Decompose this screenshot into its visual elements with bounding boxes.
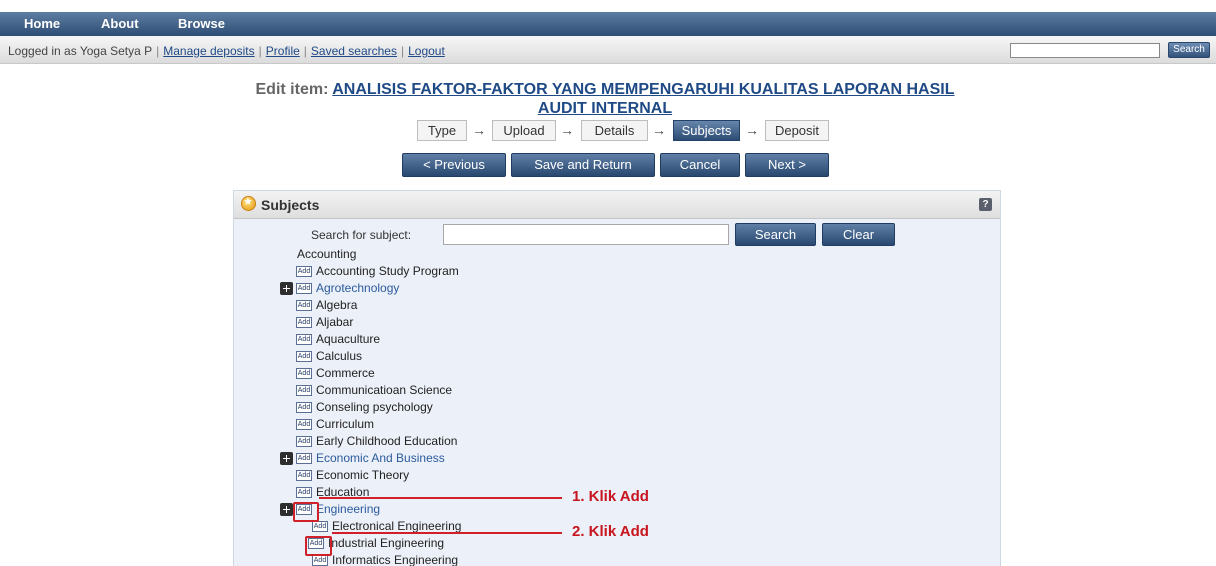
cancel-button[interactable]: Cancel	[660, 153, 740, 177]
expand-icon[interactable]	[280, 503, 293, 516]
login-bar: Logged in as Yoga Setya P | Manage deposit…	[0, 36, 1216, 64]
subject-label: Algebra	[316, 298, 358, 312]
add-button[interactable]: Add	[296, 419, 312, 430]
subject-label: Aquaculture	[316, 332, 381, 346]
stage-deposit[interactable]: Deposit	[765, 120, 829, 141]
subject-label: Informatics Engineering	[332, 553, 459, 566]
subject-label: Early Childhood Education	[316, 434, 458, 448]
stage-type[interactable]: Type	[417, 120, 467, 141]
expand-icon[interactable]	[280, 452, 293, 465]
nav-browse[interactable]: Browse	[178, 16, 225, 31]
add-button[interactable]: Add	[296, 470, 312, 481]
subject-label: Communicatioan Science	[316, 383, 453, 397]
annotation-highlight-box	[293, 502, 319, 522]
subject-label: Accounting Study Program	[316, 264, 459, 278]
subject-label[interactable]: Agrotechnology	[316, 281, 399, 295]
stage-arrow-icon: →	[472, 122, 486, 138]
help-icon[interactable]: ?	[979, 198, 992, 211]
logged-in-text: Logged in as Yoga Setya P	[8, 44, 153, 58]
subject-label[interactable]: Engineering	[316, 502, 380, 516]
top-nav: Home About Browse	[0, 12, 1216, 36]
annotation-note-2: 2. Klik Add	[572, 523, 649, 540]
stage-upload[interactable]: Upload	[492, 120, 556, 141]
add-button[interactable]: Add	[312, 521, 328, 532]
subject-label: Aljabar	[316, 315, 354, 329]
add-button[interactable]: Add	[296, 266, 312, 277]
stage-arrow-icon: →	[745, 122, 759, 138]
annotation-highlight-box	[305, 536, 332, 556]
annotation-line	[332, 532, 562, 534]
add-button[interactable]: Add	[296, 283, 312, 294]
panel-title: Subjects	[261, 197, 320, 213]
add-button[interactable]: Add	[296, 351, 312, 362]
subject-label: Economic Theory	[316, 468, 410, 482]
stage-arrow-icon: →	[560, 122, 574, 138]
add-button[interactable]: Add	[296, 402, 312, 413]
subject-label[interactable]: Economic And Business	[316, 451, 445, 465]
add-button[interactable]: Add	[296, 487, 312, 498]
title-prefix: Edit item:	[255, 81, 329, 98]
stage-details[interactable]: Details	[581, 120, 648, 141]
nav-about[interactable]: About	[101, 16, 139, 31]
add-button[interactable]: Add	[296, 385, 312, 396]
add-button[interactable]: Add	[296, 436, 312, 447]
subject-clear-button[interactable]: Clear	[822, 223, 895, 246]
login-info: Logged in as Yoga Setya P | Manage deposit…	[8, 44, 445, 58]
panel-header: Subjects ?	[234, 191, 1000, 219]
subject-label: Industrial Engineering	[328, 536, 445, 550]
stage-subjects[interactable]: Subjects	[673, 120, 740, 141]
saved-searches-link[interactable]: Saved searches	[311, 44, 397, 58]
next-button[interactable]: Next >	[745, 153, 829, 177]
page: Home About Browse Logged in as Yoga Sety…	[0, 0, 1216, 566]
profile-link[interactable]: Profile	[266, 44, 300, 58]
logout-link[interactable]: Logout	[408, 44, 445, 58]
star-icon	[241, 195, 256, 211]
save-and-return-button[interactable]: Save and Return	[511, 153, 655, 177]
subject-label: Conseling psychology	[316, 400, 433, 414]
subject-search-label: Search for subject:	[311, 228, 412, 242]
subject-label: Commerce	[316, 366, 375, 380]
subject-search-input[interactable]	[443, 224, 729, 245]
tree-root-label: Accounting	[297, 247, 357, 261]
site-search-button[interactable]: Search	[1168, 42, 1210, 58]
subjects-panel: Subjects ? Search for subject: Search Cl…	[233, 190, 1001, 566]
page-title: Edit item: ANALISIS FAKTOR-FAKTOR YANG M…	[225, 80, 985, 118]
previous-button[interactable]: < Previous	[402, 153, 506, 177]
item-title-link[interactable]: ANALISIS FAKTOR-FAKTOR YANG MEMPENGARUHI…	[332, 81, 954, 117]
subject-label: Electronical Engineering	[332, 519, 462, 533]
annotation-line	[319, 497, 562, 499]
expand-icon[interactable]	[280, 282, 293, 295]
site-search-input[interactable]	[1010, 43, 1160, 58]
nav-home[interactable]: Home	[24, 16, 60, 31]
add-button[interactable]: Add	[296, 368, 312, 379]
add-button[interactable]: Add	[296, 317, 312, 328]
subject-label: Curriculum	[316, 417, 375, 431]
add-button[interactable]: Add	[312, 555, 328, 566]
manage-deposits-link[interactable]: Manage deposits	[163, 44, 254, 58]
stage-arrow-icon: →	[652, 122, 666, 138]
subject-label: Calculus	[316, 349, 363, 363]
subject-search-button[interactable]: Search	[735, 223, 816, 246]
add-button[interactable]: Add	[296, 453, 312, 464]
add-button[interactable]: Add	[296, 300, 312, 311]
annotation-note-1: 1. Klik Add	[572, 488, 649, 505]
add-button[interactable]: Add	[296, 334, 312, 345]
